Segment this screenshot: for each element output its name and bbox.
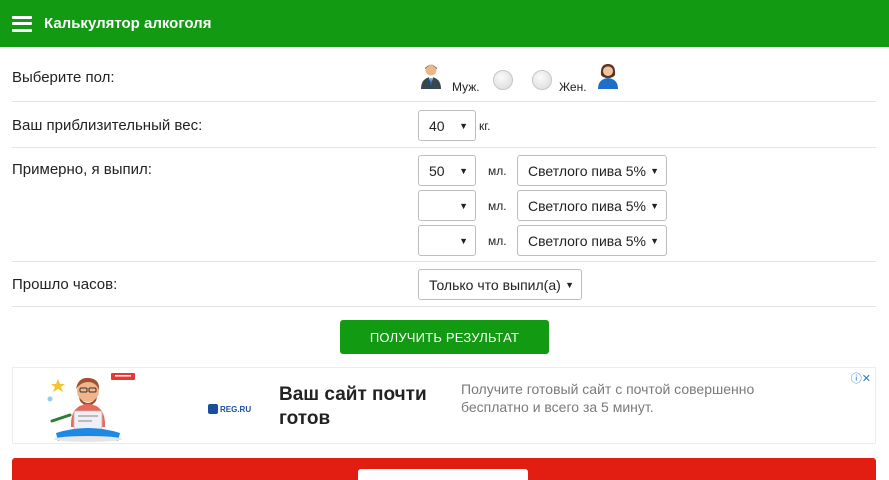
drink-type-select-2[interactable]: Светлого пива 5% ▼ <box>517 190 667 221</box>
drinks-label: Примерно, я выпил: <box>12 161 152 178</box>
get-result-button[interactable]: ПОЛУЧИТЬ РЕЗУЛЬТАТ <box>340 320 549 354</box>
drink-type-value: Светлого пива 5% <box>528 162 646 179</box>
promo-banner <box>12 458 876 480</box>
drink-type-select-3[interactable]: Светлого пива 5% ▼ <box>517 225 667 256</box>
female-avatar-icon <box>598 64 618 89</box>
app-header: Калькулятор алкоголя <box>0 0 889 47</box>
weight-unit: кг. <box>479 119 491 133</box>
weight-value: 40 <box>429 117 445 134</box>
female-radio[interactable] <box>532 70 552 90</box>
menu-icon[interactable] <box>12 15 32 32</box>
developer-illustration-icon <box>47 373 135 442</box>
ad-description: Получите готовый сайт с почтой совершенн… <box>461 381 755 415</box>
drink-type-value: Светлого пива 5% <box>528 232 646 249</box>
female-option-label: Жен. <box>559 80 587 94</box>
chevron-down-icon: ▼ <box>459 120 468 131</box>
ad-info-icon[interactable]: ⓘ✕ <box>851 370 871 386</box>
ad-banner[interactable]: REG.RU Ваш сайт почти готов Получите гот… <box>12 367 876 444</box>
brand-mark-icon <box>208 404 218 414</box>
hours-row: Прошло часов: Только что выпил(а) ▼ <box>12 262 876 307</box>
male-radio[interactable] <box>493 70 513 90</box>
promo-button[interactable] <box>358 469 528 480</box>
ad-headline[interactable]: Ваш сайт почти готов <box>279 383 449 431</box>
weight-label: Ваш приблизительный вес: <box>12 117 203 134</box>
drink-unit: мл. <box>488 199 507 213</box>
gender-label: Выберите пол: <box>12 69 115 86</box>
drink-unit: мл. <box>488 234 507 248</box>
chevron-down-icon: ▼ <box>650 165 659 176</box>
chevron-down-icon: ▼ <box>650 235 659 246</box>
drink-amount-value: 50 <box>429 162 445 179</box>
hours-select[interactable]: Только что выпил(а) ▼ <box>418 269 582 300</box>
weight-row: Ваш приблизительный вес: 40 ▼ кг. <box>12 102 876 148</box>
drink-type-select-1[interactable]: Светлого пива 5% ▼ <box>517 155 667 186</box>
drink-type-value: Светлого пива 5% <box>528 197 646 214</box>
gender-row: Выберите пол: Муж. Жен. <box>12 57 876 102</box>
drink-amount-select-1[interactable]: 50 ▼ <box>418 155 476 186</box>
weight-select[interactable]: 40 ▼ <box>418 110 476 141</box>
chevron-down-icon: ▼ <box>650 200 659 211</box>
app-title: Калькулятор алкоголя <box>44 15 212 32</box>
drink-amount-select-2[interactable]: ▼ <box>418 190 476 221</box>
chevron-down-icon: ▼ <box>565 279 574 290</box>
chevron-down-icon: ▼ <box>459 235 468 246</box>
hours-label: Прошло часов: <box>12 276 118 293</box>
chevron-down-icon: ▼ <box>459 165 468 176</box>
drinks-row: Примерно, я выпил: 50 ▼ мл. Светлого пив… <box>12 148 876 262</box>
male-option-label: Муж. <box>452 80 480 94</box>
ad-brand-logo: REG.RU <box>208 404 251 414</box>
drink-unit: мл. <box>488 164 507 178</box>
ad-brand-text: REG.RU <box>220 404 252 414</box>
male-avatar-icon <box>421 64 441 89</box>
hours-value: Только что выпил(а) <box>429 276 561 293</box>
chevron-down-icon: ▼ <box>459 200 468 211</box>
drink-amount-select-3[interactable]: ▼ <box>418 225 476 256</box>
